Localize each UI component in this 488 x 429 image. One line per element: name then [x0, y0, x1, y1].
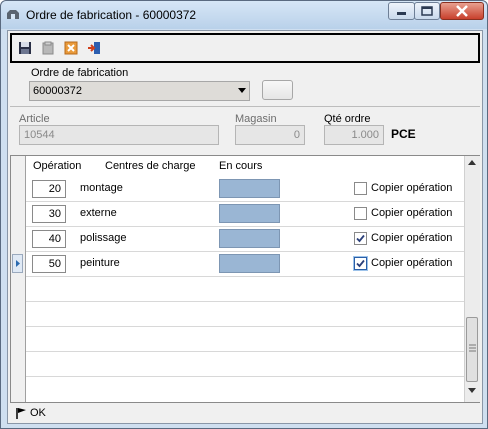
scroll-up-icon[interactable] [468, 160, 476, 166]
header-centres: Centres de charge [105, 160, 196, 172]
header-en-cours: En cours [219, 160, 263, 172]
en-cours-bar [219, 179, 280, 198]
row-pointer-icon [16, 260, 20, 267]
application-window: Ordre de fabrication - 60000372 Ordre de… [0, 0, 488, 429]
check-icon [356, 234, 365, 243]
flag-icon [16, 408, 26, 419]
en-cours-bar [219, 254, 280, 273]
header-operation: Opération [33, 160, 82, 172]
row-header-column [11, 156, 26, 402]
operation-field[interactable]: 40 [32, 230, 66, 248]
operation-field[interactable]: 50 [32, 255, 66, 273]
ordre-select[interactable]: 60000372 [29, 81, 250, 101]
vertical-scrollbar[interactable] [464, 156, 480, 402]
copy-label: Copier opération [371, 257, 453, 269]
table-row[interactable]: 20 montage Copier opération [26, 177, 464, 202]
copy-checkbox[interactable] [354, 257, 367, 270]
empty-row [26, 327, 464, 352]
copy-checkbox[interactable] [354, 207, 367, 220]
scroll-down-icon[interactable] [468, 388, 476, 394]
maximize-button[interactable] [414, 2, 440, 20]
en-cours-bar [219, 229, 280, 248]
empty-row [26, 277, 464, 302]
separator [10, 106, 480, 107]
operation-field[interactable]: 20 [32, 180, 66, 198]
qte-value: 1.000 [351, 129, 379, 141]
cancel-icon[interactable] [64, 41, 78, 55]
exit-icon[interactable] [87, 41, 101, 55]
scroll-thumb[interactable] [466, 317, 478, 382]
chevron-down-icon [238, 88, 246, 93]
empty-row [26, 352, 464, 377]
copy-checkbox[interactable] [354, 182, 367, 195]
qte-label: Qté ordre [324, 113, 371, 125]
save-icon[interactable] [18, 41, 32, 55]
copy-label: Copier opération [371, 182, 453, 194]
status-text: OK [30, 407, 46, 419]
unit-label: PCE [391, 127, 416, 141]
copy-label: Copier opération [371, 207, 453, 219]
minimize-icon [397, 12, 406, 15]
en-cours-bar [219, 204, 280, 223]
window-title: Ordre de fabrication - 60000372 [26, 8, 197, 22]
status-bar: OK [10, 404, 480, 422]
empty-row [26, 302, 464, 327]
centre-label: externe [80, 207, 117, 219]
minimize-button[interactable] [388, 2, 415, 20]
grip-icon [469, 344, 476, 352]
copy-checkbox[interactable] [354, 232, 367, 245]
operations-grid: Opération Centres de charge En cours 20 … [10, 155, 480, 403]
check-icon [356, 259, 365, 268]
article-value: 10544 [24, 129, 55, 141]
title-bar[interactable]: Ordre de fabrication - 60000372 [1, 1, 487, 29]
article-label: Article [19, 113, 50, 125]
operation-field[interactable]: 30 [32, 205, 66, 223]
document-icon[interactable] [41, 41, 55, 55]
ordre-value: 60000372 [33, 85, 82, 97]
current-row-indicator[interactable] [12, 254, 23, 273]
maximize-icon [421, 6, 433, 16]
article-field: 10544 [19, 125, 219, 145]
centre-label: polissage [80, 232, 127, 244]
table-row[interactable]: 50 peinture Copier opération [26, 252, 464, 277]
magasin-value: 0 [293, 129, 300, 141]
copy-label: Copier opération [371, 232, 453, 244]
close-button[interactable] [440, 2, 484, 20]
app-icon [7, 10, 19, 19]
lookup-button[interactable] [262, 80, 293, 100]
ordre-label: Ordre de fabrication [31, 67, 129, 79]
magasin-field: 0 [235, 125, 305, 145]
toolbar [10, 33, 480, 63]
centre-label: peinture [80, 257, 120, 269]
table-row[interactable]: 40 polissage Copier opération [26, 227, 464, 252]
close-icon [456, 5, 468, 17]
qte-field: 1.000 [324, 125, 384, 145]
table-row[interactable]: 30 externe Copier opération [26, 202, 464, 227]
client-area: Ordre de fabrication 60000372 Article 10… [7, 30, 483, 424]
magasin-label: Magasin [235, 113, 277, 125]
centre-label: montage [80, 182, 123, 194]
